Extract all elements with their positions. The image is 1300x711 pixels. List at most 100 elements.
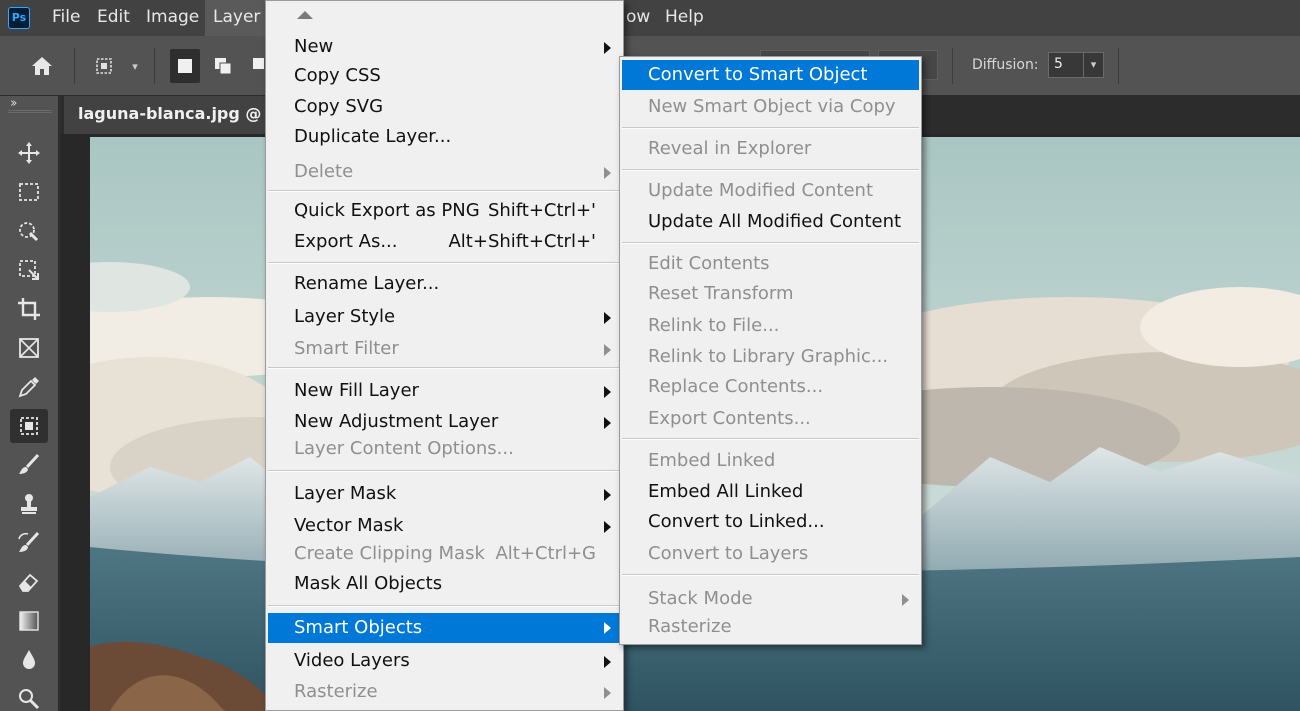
chevron-down-icon[interactable]: ▾ (126, 56, 144, 76)
scroll-up-icon[interactable] (297, 11, 313, 19)
submenu-arrow-icon (604, 386, 611, 398)
toolbar-grip[interactable] (8, 110, 52, 113)
menu-item-stack-mode[interactable]: Stack Mode (622, 585, 919, 613)
shortcut-label: Alt+Shift+Ctrl+' (448, 231, 596, 252)
document-tab[interactable]: laguna-blanca.jpg @ 25% (64, 96, 284, 134)
menu-item-vector-mask[interactable]: Vector Mask (268, 512, 621, 540)
crop-tool-icon[interactable] (10, 292, 48, 326)
menu-item-embed-linked[interactable]: Embed Linked (622, 447, 919, 475)
menu-item-delete[interactable]: Delete (268, 158, 621, 186)
diffusion-input[interactable]: 5 ▾ (1048, 52, 1104, 78)
menu-item-new-smart-object-via-copy[interactable]: New Smart Object via Copy (622, 93, 919, 121)
menu-item-update-all-modified-content[interactable]: Update All Modified Content (622, 208, 919, 236)
menu-item-smart-objects[interactable]: Smart Objects (268, 613, 621, 643)
menu-item-rename-layer[interactable]: Rename Layer... (268, 270, 621, 298)
menu-item-export-contents[interactable]: Export Contents... (622, 405, 919, 433)
menu-item-layer-mask[interactable]: Layer Mask (268, 480, 621, 508)
menu-item-rasterize[interactable]: Rasterize (268, 678, 621, 706)
eyedropper-tool-icon[interactable] (10, 370, 48, 404)
menu-item-new-adjustment-layer[interactable]: New Adjustment Layer (268, 408, 621, 436)
menu-item-label: Convert to Layers (648, 543, 809, 564)
menu-item-video-layers[interactable]: Video Layers (268, 647, 621, 675)
menu-item-update-modified-content[interactable]: Update Modified Content (622, 177, 919, 205)
menu-item-convert-to-layers[interactable]: Convert to Layers (622, 540, 919, 568)
menu-separator (622, 169, 919, 171)
menu-layer[interactable]: Layer (205, 0, 269, 36)
submenu-arrow-icon (604, 622, 611, 634)
menu-item-label: Quick Export as PNG (294, 200, 480, 221)
history-brush-tool-icon[interactable] (10, 526, 48, 560)
menu-item-layer-style[interactable]: Layer Style (268, 303, 621, 331)
menu-item-copy-css[interactable]: Copy CSS (268, 62, 621, 90)
menu-item-new-fill-layer[interactable]: New Fill Layer (268, 377, 621, 405)
gradient-tool-icon[interactable] (10, 604, 48, 638)
chevron-down-icon[interactable]: ▾ (1083, 53, 1103, 77)
eraser-tool-icon[interactable] (10, 565, 48, 599)
menu-item-label: Smart Objects (294, 617, 423, 638)
menu-item-export-as[interactable]: Export As... Alt+Shift+Ctrl+' (268, 228, 621, 256)
move-tool-icon[interactable] (10, 136, 48, 170)
menu-item-label: Create Clipping Mask (294, 543, 485, 564)
menu-window[interactable]: ow (618, 0, 658, 36)
marquee-tool-icon[interactable] (10, 175, 48, 209)
menu-item-label: New (294, 36, 334, 57)
menu-image[interactable]: Image (138, 0, 207, 36)
menu-separator (268, 470, 621, 472)
menu-item-label: Layer Style (294, 306, 396, 327)
menu-bar: Ps File Edit Image Layer ow Help (0, 0, 1300, 36)
object-select-preset-icon[interactable] (88, 50, 120, 82)
submenu-arrow-icon (604, 167, 611, 179)
menu-item-label: Convert to Smart Object (648, 64, 868, 85)
smart-objects-submenu: Convert to Smart Object New Smart Object… (619, 56, 922, 645)
menu-item-label: Export Contents... (648, 408, 811, 429)
menu-item-embed-all-linked[interactable]: Embed All Linked (622, 478, 919, 506)
menu-item-duplicate-layer[interactable]: Duplicate Layer... (268, 123, 621, 151)
submenu-arrow-icon (604, 489, 611, 501)
submenu-arrow-icon (604, 42, 611, 54)
menu-file[interactable]: File (44, 0, 88, 36)
dodge-tool-icon[interactable] (10, 682, 48, 711)
frame-tool-icon[interactable] (10, 331, 48, 365)
menu-item-smart-filter[interactable]: Smart Filter (268, 335, 621, 363)
menu-item-reset-transform[interactable]: Reset Transform (622, 280, 919, 308)
menu-separator (622, 242, 919, 244)
menu-item-label: Duplicate Layer... (294, 126, 452, 147)
submenu-arrow-icon (604, 521, 611, 533)
quick-selection-tool-icon[interactable] (10, 214, 48, 248)
object-selection-tool-icon[interactable] (10, 409, 48, 443)
menu-item-label: Convert to Linked... (648, 511, 825, 532)
collapse-toolbar-icon[interactable]: ›› (10, 96, 18, 111)
add-to-selection-button[interactable] (208, 49, 238, 83)
menu-item-edit-contents[interactable]: Edit Contents (622, 250, 919, 278)
submenu-arrow-icon (604, 687, 611, 699)
menu-item-label: New Smart Object via Copy (648, 96, 896, 117)
menu-item-rasterize-smart[interactable]: Rasterize (622, 613, 919, 641)
menu-item-replace-contents[interactable]: Replace Contents... (622, 373, 919, 401)
clone-stamp-tool-icon[interactable] (10, 487, 48, 521)
menu-item-convert-to-smart-object[interactable]: Convert to Smart Object (622, 60, 919, 90)
blur-tool-icon[interactable] (10, 643, 48, 677)
menu-item-copy-svg[interactable]: Copy SVG (268, 93, 621, 121)
crop-frame-tool-icon[interactable] (10, 253, 48, 287)
menu-item-label: New Adjustment Layer (294, 411, 499, 432)
menu-item-quick-export-png[interactable]: Quick Export as PNG Shift+Ctrl+' (268, 197, 621, 225)
menu-item-new[interactable]: New (268, 33, 621, 61)
menu-edit[interactable]: Edit (89, 0, 138, 36)
menu-item-mask-all-objects[interactable]: Mask All Objects (268, 570, 621, 598)
menu-item-label: Embed All Linked (648, 481, 804, 502)
menu-help[interactable]: Help (657, 0, 712, 36)
menu-separator (622, 438, 919, 440)
menu-separator (268, 262, 621, 264)
menu-item-label: Relink to Library Graphic... (648, 346, 889, 367)
menu-item-relink-to-file[interactable]: Relink to File... (622, 312, 919, 340)
menu-item-reveal-in-explorer[interactable]: Reveal in Explorer (622, 135, 919, 163)
menu-separator (268, 367, 621, 369)
home-icon[interactable] (26, 50, 58, 82)
brush-tool-icon[interactable] (10, 448, 48, 482)
menu-item-label: Vector Mask (294, 515, 404, 536)
menu-item-relink-to-library-graphic[interactable]: Relink to Library Graphic... (622, 343, 919, 371)
new-selection-button[interactable] (170, 49, 200, 83)
menu-item-convert-to-linked[interactable]: Convert to Linked... (622, 508, 919, 536)
menu-item-create-clipping-mask[interactable]: Create Clipping Mask Alt+Ctrl+G (268, 540, 621, 568)
menu-item-layer-content-options[interactable]: Layer Content Options... (268, 435, 621, 463)
